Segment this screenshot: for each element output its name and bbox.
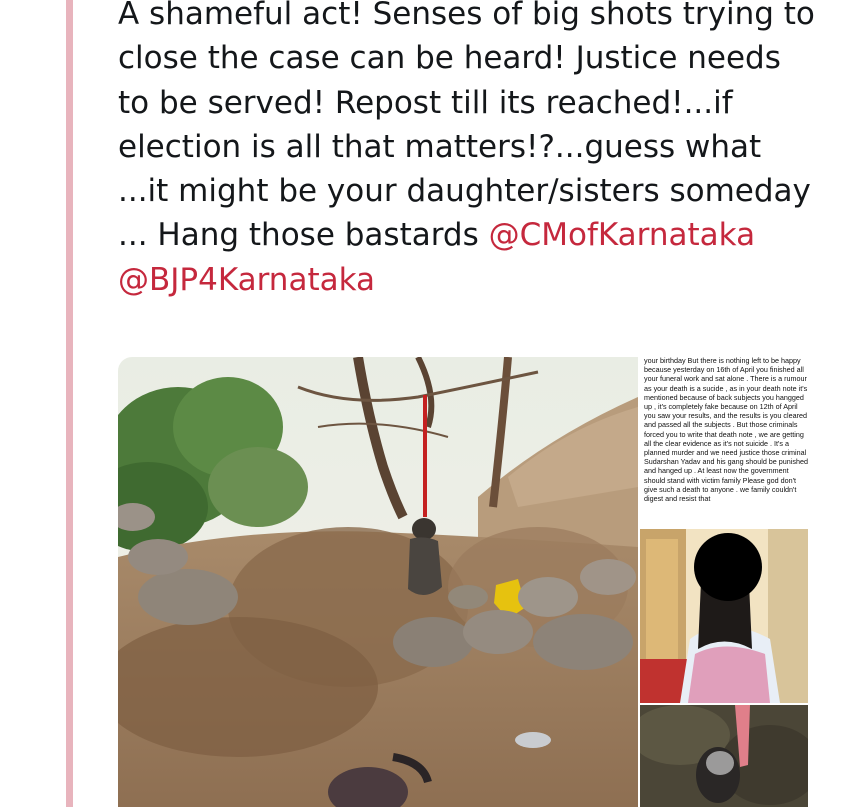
media-photo-person[interactable]: [640, 529, 808, 703]
media-photo-note[interactable]: your birthday But there is nothing left …: [640, 357, 808, 527]
mention-link-bjp4karnataka[interactable]: @BJP4Karnataka: [118, 262, 375, 298]
note-text: your birthday But there is nothing left …: [644, 357, 808, 504]
tweet-text: A shameful act! Senses of big shots tryi…: [118, 0, 818, 302]
thread-connector-line: [66, 0, 73, 807]
tweet-body-text: A shameful act! Senses of big shots tryi…: [118, 0, 825, 254]
rope-illustration: [640, 705, 808, 807]
person-illustration: [640, 529, 808, 703]
media-photo-scene[interactable]: [118, 357, 638, 807]
scene-illustration: [118, 357, 638, 807]
tweet-media-grid: your birthday But there is nothing left …: [118, 357, 808, 807]
media-photo-rope[interactable]: [640, 705, 808, 807]
mention-link-cmofkarnataka[interactable]: @CMofKarnataka: [489, 217, 755, 253]
